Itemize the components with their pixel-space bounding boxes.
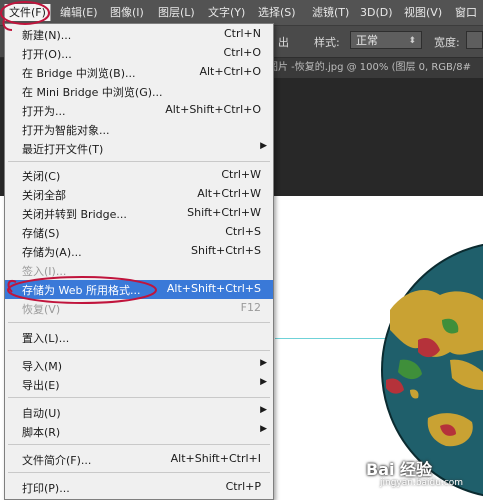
document-tab-title: 图片 -恢复的.jpg @ 100% (图层 0, RGB/8# — [268, 62, 472, 73]
menu-item-label: 新建(N)... — [22, 29, 72, 42]
options-partial-label: 出 — [278, 36, 289, 49]
document-tab[interactable]: 图片 -恢复的.jpg @ 100% (图层 0, RGB/8# — [268, 58, 483, 78]
menu-item-export[interactable]: 导出(E) ▶ — [5, 375, 273, 394]
menu-separator — [8, 444, 270, 445]
menu-item-open[interactable]: 打开(O)... Ctrl+O — [5, 44, 273, 63]
menu-item-check-in[interactable]: 签入(I)... — [5, 261, 273, 280]
select-arrows-icon: ⬍ — [408, 36, 416, 46]
menu-item-shortcut: F12 — [240, 301, 261, 314]
menu-item-revert[interactable]: 恢复(V) F12 — [5, 299, 273, 318]
menu-item-print[interactable]: 打印(P)... Ctrl+P — [5, 478, 273, 497]
menu-item-label: 导入(M) — [22, 360, 63, 373]
menu-item-recent-files[interactable]: 最近打开文件(T) ▶ — [5, 139, 273, 158]
menu-layer[interactable]: 图层(L) — [158, 4, 195, 21]
menu-item-label: 在 Mini Bridge 中浏览(G)... — [22, 86, 163, 99]
menu-item-label: 脚本(R) — [22, 426, 61, 439]
menu-item-label: 存储为(A)... — [22, 246, 82, 259]
style-select[interactable]: 正常 ⬍ — [350, 31, 422, 49]
menu-item-label: 打印(P)... — [22, 482, 70, 495]
menu-item-shortcut: Alt+Shift+Ctrl+O — [165, 103, 261, 116]
menu-3d[interactable]: 3D(D) — [360, 4, 393, 21]
menu-view[interactable]: 视图(V) — [404, 4, 442, 21]
menu-separator — [8, 161, 270, 162]
menu-item-place[interactable]: 置入(L)... — [5, 328, 273, 347]
menu-item-label: 导出(E) — [22, 379, 60, 392]
menu-item-browse-mini-bridge[interactable]: 在 Mini Bridge 中浏览(G)... — [5, 82, 273, 101]
menu-item-label: 恢复(V) — [22, 303, 61, 316]
menu-item-scripts[interactable]: 脚本(R) ▶ — [5, 422, 273, 441]
menu-item-shortcut: Shift+Ctrl+W — [187, 206, 261, 219]
menu-item-label: 签入(I)... — [22, 265, 67, 278]
menu-item-open-smart-object[interactable]: 打开为智能对象... — [5, 120, 273, 139]
width-label: 宽度: — [434, 36, 460, 49]
menu-item-label: 在 Bridge 中浏览(B)... — [22, 67, 136, 80]
menu-filter[interactable]: 滤镜(T) — [312, 4, 349, 21]
menu-separator — [8, 472, 270, 473]
watermark-url: jingyan.baidu.com — [380, 478, 464, 488]
style-label: 样式: — [314, 36, 340, 49]
menu-item-automate[interactable]: 自动(U) ▶ — [5, 403, 273, 422]
menu-item-label: 关闭全部 — [22, 189, 66, 202]
menu-item-label: 置入(L)... — [22, 332, 70, 345]
menu-separator — [8, 350, 270, 351]
menu-item-shortcut: Ctrl+W — [221, 168, 261, 181]
width-input[interactable] — [466, 31, 483, 49]
menu-item-import[interactable]: 导入(M) ▶ — [5, 356, 273, 375]
menu-item-label: 关闭(C) — [22, 170, 61, 183]
menu-item-close-go-bridge[interactable]: 关闭并转到 Bridge... Shift+Ctrl+W — [5, 204, 273, 223]
menu-item-close[interactable]: 关闭(C) Ctrl+W — [5, 166, 273, 185]
menu-item-label: 最近打开文件(T) — [22, 143, 104, 156]
menu-item-label: 打开(O)... — [22, 48, 72, 61]
submenu-arrow-icon: ▶ — [260, 424, 267, 434]
submenu-arrow-icon: ▶ — [260, 358, 267, 368]
watermark-logo: Bai 经验 — [366, 460, 433, 479]
menu-item-shortcut: Shift+Ctrl+S — [191, 244, 261, 257]
menu-file[interactable]: 文件(F) — [4, 4, 51, 21]
menu-item-label: 打开为... — [22, 105, 66, 118]
menu-item-label: 自动(U) — [22, 407, 61, 420]
menu-item-close-all[interactable]: 关闭全部 Alt+Ctrl+W — [5, 185, 273, 204]
submenu-arrow-icon: ▶ — [260, 405, 267, 415]
menu-window[interactable]: 窗口 — [455, 4, 477, 21]
menu-separator — [8, 322, 270, 323]
menu-item-label: 存储为 Web 所用格式... — [22, 284, 141, 297]
menu-image[interactable]: 图像(I) — [110, 4, 144, 21]
menu-item-file-info[interactable]: 文件简介(F)... Alt+Shift+Ctrl+I — [5, 450, 273, 469]
menu-item-new[interactable]: 新建(N)... Ctrl+N — [5, 25, 273, 44]
menu-separator — [8, 397, 270, 398]
menu-item-shortcut: Ctrl+O — [223, 46, 261, 59]
menu-item-shortcut: Ctrl+S — [225, 225, 261, 238]
menu-item-shortcut: Ctrl+N — [223, 27, 261, 40]
menu-item-shortcut: Ctrl+P — [225, 480, 261, 493]
menu-item-browse-bridge[interactable]: 在 Bridge 中浏览(B)... Alt+Ctrl+O — [5, 63, 273, 82]
menu-item-label: 关闭并转到 Bridge... — [22, 208, 127, 221]
menu-item-open-as[interactable]: 打开为... Alt+Shift+Ctrl+O — [5, 101, 273, 120]
menu-item-label: 打开为智能对象... — [22, 124, 110, 137]
menu-edit[interactable]: 编辑(E) — [60, 4, 98, 21]
menu-item-save[interactable]: 存储(S) Ctrl+S — [5, 223, 273, 242]
submenu-arrow-icon: ▶ — [260, 377, 267, 387]
menu-item-shortcut: Alt+Ctrl+W — [197, 187, 261, 200]
style-select-value: 正常 — [356, 34, 378, 47]
menu-item-save-for-web[interactable]: 存储为 Web 所用格式... Alt+Shift+Ctrl+S — [5, 280, 273, 299]
menu-item-save-as[interactable]: 存储为(A)... Shift+Ctrl+S — [5, 242, 273, 261]
menu-item-shortcut: Alt+Shift+Ctrl+S — [166, 282, 261, 295]
menu-item-label: 存储(S) — [22, 227, 60, 240]
file-menu-dropdown: 新建(N)... Ctrl+N 打开(O)... Ctrl+O 在 Bridge… — [4, 23, 274, 500]
menu-type[interactable]: 文字(Y) — [208, 4, 245, 21]
menu-item-label: 文件简介(F)... — [22, 454, 92, 467]
menu-item-shortcut: Alt+Ctrl+O — [199, 65, 261, 78]
menu-select[interactable]: 选择(S) — [258, 4, 296, 21]
submenu-arrow-icon: ▶ — [260, 141, 267, 151]
menu-item-shortcut: Alt+Shift+Ctrl+I — [170, 452, 261, 465]
